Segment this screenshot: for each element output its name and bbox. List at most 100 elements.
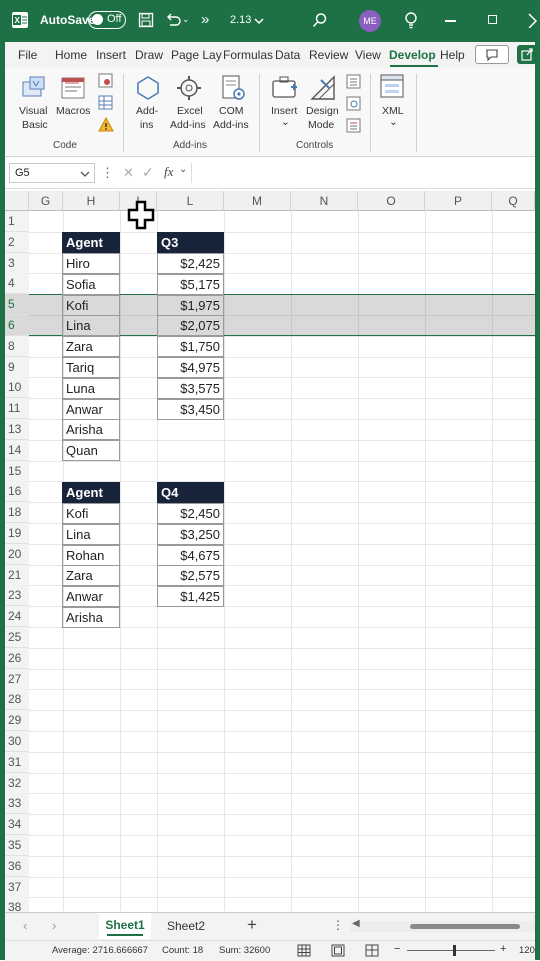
table1-q3-cell[interactable]: $1,975 <box>157 294 224 316</box>
table1-q3-cell[interactable]: $4,975 <box>157 357 224 378</box>
zoom-slider[interactable] <box>407 945 495 956</box>
row-header[interactable]: 5 <box>5 294 29 316</box>
table2-q4-cell[interactable]: $4,675 <box>157 544 224 566</box>
row-header[interactable]: 19 <box>5 523 29 544</box>
sheet-options-icon[interactable]: ⋮ <box>332 918 344 932</box>
design-mode-label-2[interactable]: Mode <box>308 119 334 132</box>
share-button[interactable] <box>517 45 537 64</box>
row-header[interactable]: 8 <box>5 335 29 357</box>
tab-draw[interactable]: Draw <box>135 48 163 62</box>
close-icon[interactable] <box>528 12 540 33</box>
relative-references-icon[interactable] <box>98 95 114 116</box>
comments-button[interactable] <box>475 45 509 64</box>
page-break-view-icon[interactable] <box>365 944 379 960</box>
row-header[interactable]: 9 <box>5 356 29 378</box>
column-header-p[interactable]: P <box>425 191 492 211</box>
column-header-n[interactable]: N <box>291 191 358 211</box>
tab-help[interactable]: Help <box>440 48 465 62</box>
excel-add-ins-icon[interactable] <box>175 74 203 107</box>
select-all-corner[interactable] <box>5 191 29 211</box>
maximize-icon[interactable] <box>488 15 497 24</box>
row-header[interactable]: 18 <box>5 502 29 524</box>
row-header[interactable]: 33 <box>5 793 29 815</box>
name-box-dropdown-icon[interactable] <box>80 169 90 179</box>
sheet-tab-sheet1[interactable]: Sheet1 <box>99 913 151 939</box>
table1-agent-cell[interactable]: Arisha <box>62 419 120 441</box>
add-ins-label-2[interactable]: ins <box>140 119 153 132</box>
macro-security-icon[interactable] <box>98 116 114 138</box>
row-header[interactable]: 3 <box>5 252 29 274</box>
table1-q3-header[interactable]: Q3 <box>157 232 224 253</box>
undo-dropdown-icon[interactable]: ⌄ <box>182 14 190 25</box>
row-header[interactable]: 26 <box>5 647 29 669</box>
row-header[interactable]: 23 <box>5 585 29 607</box>
xml-caret[interactable]: ⌄ <box>389 116 398 129</box>
table2-q4-cell[interactable]: $1,425 <box>157 586 224 608</box>
table2-q4-header[interactable]: Q4 <box>157 482 224 503</box>
formula-input[interactable] <box>191 163 536 183</box>
table1-agent-cell[interactable]: Lina <box>62 315 120 337</box>
row-header[interactable]: 32 <box>5 772 29 794</box>
undo-icon[interactable] <box>164 11 182 34</box>
row-header[interactable]: 36 <box>5 855 29 877</box>
row-header[interactable]: 6 <box>5 315 29 336</box>
row-header[interactable]: 27 <box>5 668 29 690</box>
row-header[interactable]: 10 <box>5 377 29 399</box>
row-header[interactable]: 28 <box>5 689 29 711</box>
xml-icon[interactable] <box>379 73 407 106</box>
add-ins-icon[interactable] <box>135 75 161 106</box>
tab-insert[interactable]: Insert <box>96 48 126 62</box>
row-header[interactable]: 37 <box>5 876 29 898</box>
table1-agent-cell[interactable]: Hiro <box>62 253 120 274</box>
table2-agent-cell[interactable]: Lina <box>62 523 120 545</box>
table2-agent-cell[interactable]: Rohan <box>62 544 120 566</box>
macros-icon[interactable] <box>59 75 89 108</box>
row-header[interactable]: 30 <box>5 731 29 752</box>
zoom-level[interactable]: 120% <box>519 945 535 956</box>
com-add-ins-label-2[interactable]: Add-ins <box>213 119 249 132</box>
row-header[interactable]: 1 <box>5 211 29 232</box>
search-icon[interactable] <box>312 12 328 33</box>
version-label[interactable]: 2.13 <box>230 14 251 26</box>
row-header[interactable]: 15 <box>5 460 29 482</box>
macros-label[interactable]: Macros <box>56 105 90 118</box>
sheet-tab-sheet2[interactable]: Sheet2 <box>160 913 212 939</box>
run-dialog-icon[interactable] <box>346 118 362 139</box>
add-sheet-button[interactable]: + <box>247 915 257 935</box>
properties-icon[interactable] <box>346 74 362 95</box>
zoom-out-button[interactable]: − <box>394 943 400 955</box>
table2-q4-cell[interactable]: $2,575 <box>157 565 224 587</box>
row-header[interactable]: 11 <box>5 398 29 420</box>
tab-page-layout[interactable]: Page Lay <box>171 48 222 62</box>
table1-q3-cell[interactable]: $2,075 <box>157 315 224 337</box>
table1-agent-cell[interactable]: Tariq <box>62 357 120 378</box>
table1-q3-cell[interactable]: $3,450 <box>157 398 224 420</box>
visual-basic-label-2[interactable]: Basic <box>22 119 48 132</box>
design-mode-icon[interactable] <box>309 74 337 107</box>
row-header[interactable]: 13 <box>5 419 29 440</box>
table1-q3-cell[interactable]: $3,575 <box>157 377 224 399</box>
table2-agent-header[interactable]: Agent <box>62 482 120 503</box>
table2-agent-cell[interactable]: Arisha <box>62 607 120 628</box>
more-commands-button[interactable]: » <box>201 11 209 28</box>
row-header[interactable]: 2 <box>5 231 29 253</box>
com-add-ins-icon[interactable] <box>219 74 247 107</box>
table1-agent-header[interactable]: Agent <box>62 232 120 253</box>
normal-view-icon[interactable] <box>297 944 311 960</box>
minimize-icon[interactable] <box>445 20 456 22</box>
table1-agent-cell[interactable]: Kofi <box>62 294 120 316</box>
excel-add-ins-label-2[interactable]: Add-ins <box>170 119 206 132</box>
insert-function-button[interactable]: fx <box>164 164 173 180</box>
view-code-icon[interactable] <box>346 96 362 117</box>
version-dropdown-icon[interactable] <box>254 13 264 31</box>
lightbulb-icon[interactable] <box>403 11 419 34</box>
row-header[interactable]: 20 <box>5 543 29 565</box>
page-layout-view-icon[interactable] <box>331 944 345 960</box>
row-header[interactable]: 24 <box>5 606 29 628</box>
zoom-in-button[interactable]: + <box>500 943 506 955</box>
name-box[interactable]: G5 <box>9 163 95 183</box>
table1-agent-cell[interactable]: Quan <box>62 440 120 462</box>
column-header-l[interactable]: L <box>157 191 224 211</box>
column-header-m[interactable]: M <box>224 191 291 211</box>
table1-q3-cell[interactable]: $1,750 <box>157 336 224 358</box>
